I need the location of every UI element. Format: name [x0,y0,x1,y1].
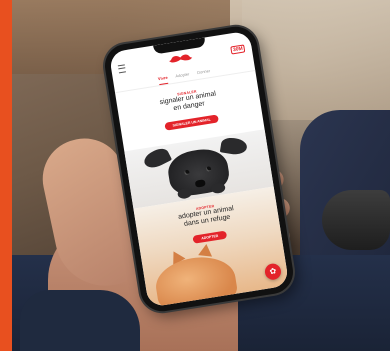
dog-eye [205,166,212,172]
hamburger-icon[interactable] [117,64,126,74]
sleeve [20,290,140,351]
tab-vivre[interactable]: Vivre [157,71,169,86]
cat-ear [198,243,214,257]
dog-ear [219,136,248,157]
dog-eye [184,169,190,176]
dog-paw [210,182,226,195]
brand-badge[interactable]: 30M [230,44,246,55]
report-button[interactable]: SIGNALER UN ANIMAL [164,114,220,131]
dog-ear [141,145,173,172]
dog-paw [176,187,193,200]
mustache-logo-icon[interactable] [168,52,193,66]
cat [152,251,240,308]
tab-adopter[interactable]: Adopter [175,68,191,81]
shoe [322,190,390,250]
dog-nose [194,179,206,188]
tab-donner[interactable]: Donner [196,65,211,78]
accent-sidebar [0,0,12,351]
